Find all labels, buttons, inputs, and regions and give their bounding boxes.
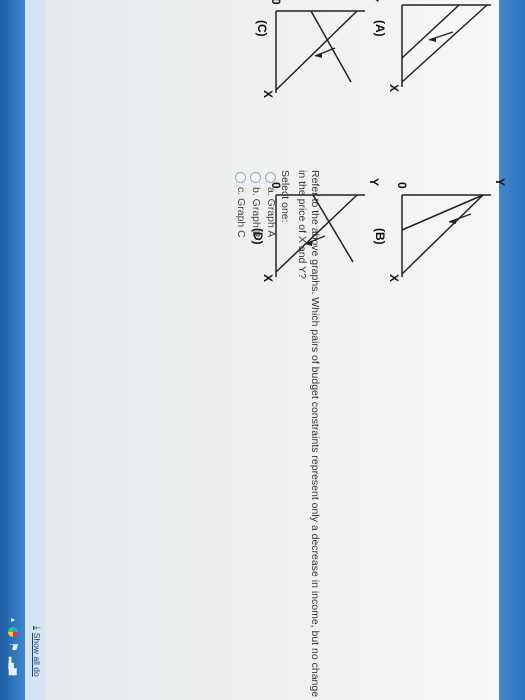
graph-b: Y 0 X: [387, 178, 507, 282]
graph-a-svg: [401, 4, 491, 87]
option-b-radio[interactable]: [250, 172, 262, 183]
graph-c-y-label: Y: [367, 0, 381, 2]
graph-a-caption: (A): [373, 20, 387, 37]
system-tray: ▴ ⚑ ▂▄▆: [7, 618, 20, 674]
show-all-downloads-link[interactable]: ⤓ Show all do: [32, 626, 44, 677]
graph-a: Y 0 X: [387, 2, 497, 92]
graph-c-line-cross: [310, 10, 352, 83]
signal-icon[interactable]: ▂▄▆: [8, 657, 19, 674]
graph-d-x-label: X: [261, 274, 275, 283]
graph-a-line-inner: [401, 4, 460, 59]
graph-a-x-label: X: [387, 84, 401, 93]
option-b-label: b. Graph B: [250, 187, 262, 238]
option-b[interactable]: b. Graph B: [250, 172, 262, 238]
graph-c: Y 0 X: [261, 0, 381, 98]
arrow-icon[interactable]: ▴: [9, 618, 18, 622]
graph-a-line-outer: [401, 4, 488, 83]
graph-c-svg: [275, 10, 365, 93]
graph-c-x-label: X: [261, 90, 275, 99]
graph-b-line-outer: [401, 194, 484, 275]
graph-b-caption: (B): [373, 228, 387, 245]
graph-c-caption: (C): [255, 20, 269, 37]
select-one-label: Select one:: [279, 170, 291, 223]
graph-b-origin: 0: [395, 182, 409, 189]
option-c[interactable]: c. Graph C: [235, 172, 247, 238]
graph-b-line-inner: [401, 194, 484, 231]
graph-c-line-outer: [275, 10, 358, 91]
taskbar: ▴ ⚑ ▂▄▆: [0, 0, 25, 700]
download-bar: ⤓ Show all do: [25, 0, 45, 700]
option-a[interactable]: a. Graph A: [265, 172, 277, 237]
graph-b-svg: [401, 194, 491, 277]
question-text: Refer to the above graphs. Which pairs o…: [296, 170, 321, 698]
graph-d-y-label: Y: [367, 178, 381, 187]
rotated-view: Y 0 X (A) Y 0 X (C): [0, 0, 525, 700]
flag-icon[interactable]: ⚑: [7, 642, 20, 652]
option-a-label: a. Graph A: [265, 187, 277, 238]
graph-c-origin: 0: [269, 0, 283, 5]
screen: Y 0 X (A) Y 0 X (C): [0, 0, 525, 700]
graph-b-x-label: X: [387, 274, 401, 283]
download-arrow-icon: ⤓: [33, 626, 43, 630]
quiz-page: Y 0 X (A) Y 0 X (C): [29, 0, 507, 700]
graph-b-y-label: Y: [493, 178, 507, 187]
option-c-label: c. Graph C: [235, 187, 247, 238]
color-wheel-icon[interactable]: [8, 627, 19, 638]
option-a-radio[interactable]: [265, 172, 277, 183]
option-c-radio[interactable]: [235, 172, 247, 183]
show-all-label: Show all do: [32, 632, 43, 677]
